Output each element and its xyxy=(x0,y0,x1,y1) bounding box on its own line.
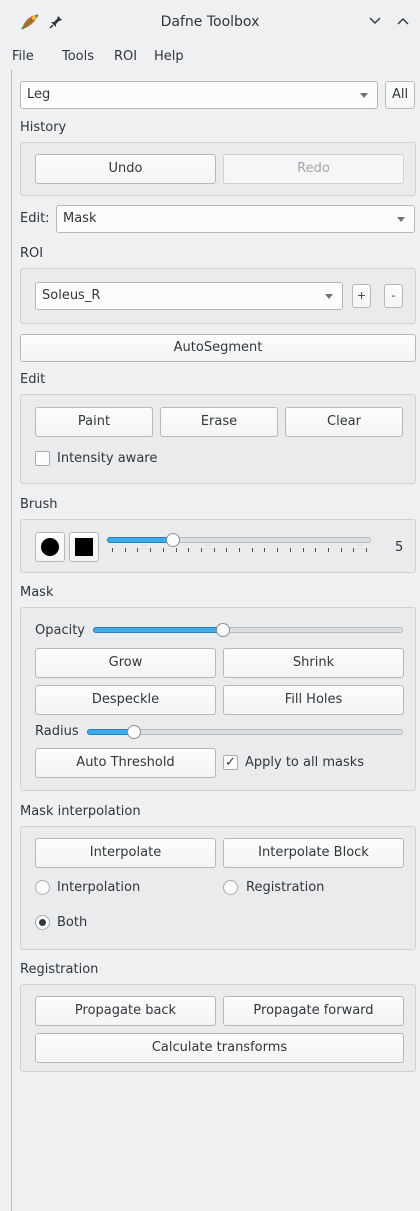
circle-brush-icon xyxy=(41,538,59,556)
despeckle-button[interactable]: Despeckle xyxy=(35,685,216,715)
autosegment-button[interactable]: AutoSegment xyxy=(20,334,416,362)
slider-tick xyxy=(315,548,317,552)
registration-radio-label: Registration xyxy=(246,880,325,895)
brush-size-value: 5 xyxy=(395,540,404,555)
undo-button[interactable]: Undo xyxy=(35,154,216,184)
window-frame xyxy=(11,70,12,1211)
propagate-forward-button[interactable]: Propagate forward xyxy=(223,996,404,1026)
slider-tick xyxy=(366,548,367,552)
slider-tick xyxy=(226,548,228,552)
roi-value: Soleus_R xyxy=(42,288,101,303)
mask-title: Mask xyxy=(20,585,54,600)
roi-title: ROI xyxy=(20,246,44,261)
shrink-button[interactable]: Shrink xyxy=(223,648,404,678)
slider-tick xyxy=(124,548,126,552)
apply-all-masks-label: Apply to all masks xyxy=(245,755,365,770)
dataset-value: Leg xyxy=(27,87,51,102)
edit-mode-select[interactable]: Mask xyxy=(56,205,415,233)
slider-tick xyxy=(175,548,177,552)
opacity-slider-fill xyxy=(93,627,223,633)
history-title: History xyxy=(20,120,67,135)
slider-tick xyxy=(251,548,253,552)
window-title: Dafne Toolbox xyxy=(160,14,260,30)
propagate-back-button[interactable]: Propagate back xyxy=(35,996,216,1026)
apply-all-masks-checkbox[interactable]: ✓ xyxy=(223,755,238,770)
slider-tick xyxy=(289,548,291,552)
slider-tick xyxy=(200,548,202,552)
menu-tools[interactable]: Tools xyxy=(62,49,94,64)
slider-tick xyxy=(327,548,329,552)
erase-button[interactable]: Erase xyxy=(160,407,278,437)
chevron-down-icon xyxy=(325,294,333,299)
menu-roi[interactable]: ROI xyxy=(114,49,137,64)
edit-title: Edit xyxy=(20,372,46,387)
slider-tick xyxy=(302,548,304,552)
radius-label: Radius xyxy=(35,724,79,739)
fill-holes-button[interactable]: Fill Holes xyxy=(223,685,404,715)
square-brush-icon xyxy=(75,538,93,556)
all-button[interactable]: All xyxy=(385,81,415,109)
chevron-down-icon xyxy=(360,93,368,98)
minimize-chevron-icon[interactable] xyxy=(368,16,382,26)
brush-size-slider-handle[interactable] xyxy=(166,533,180,547)
edit-mode-label: Edit: xyxy=(20,211,50,226)
interpolate-button[interactable]: Interpolate xyxy=(35,838,216,868)
auto-threshold-button[interactable]: Auto Threshold xyxy=(35,748,216,778)
interpolation-radio[interactable] xyxy=(35,880,50,895)
interpolation-radio-label: Interpolation xyxy=(57,880,141,895)
slider-tick xyxy=(188,548,190,552)
slider-tick xyxy=(340,548,342,552)
slider-tick xyxy=(277,548,279,552)
chevron-down-icon xyxy=(397,217,405,222)
slider-tick xyxy=(112,548,113,552)
slider-tick xyxy=(150,548,152,552)
menu-help[interactable]: Help xyxy=(154,49,184,64)
edit-mode-value: Mask xyxy=(63,211,97,226)
add-roi-button[interactable]: + xyxy=(352,284,371,308)
interpolate-block-button[interactable]: Interpolate Block xyxy=(223,838,404,868)
opacity-label: Opacity xyxy=(35,623,86,638)
grow-button[interactable]: Grow xyxy=(35,648,216,678)
slider-tick xyxy=(264,548,266,552)
slider-tick xyxy=(213,548,215,552)
brush-size-slider-fill xyxy=(107,537,173,543)
registration-radio[interactable] xyxy=(223,880,238,895)
maximize-chevron-icon[interactable] xyxy=(396,16,410,26)
dataset-select[interactable]: Leg xyxy=(20,81,378,109)
slider-tick xyxy=(162,548,164,552)
clear-button[interactable]: Clear xyxy=(285,407,403,437)
mask-interpolation-title: Mask interpolation xyxy=(20,804,141,819)
slider-tick xyxy=(239,548,240,552)
paint-button[interactable]: Paint xyxy=(35,407,153,437)
slider-tick xyxy=(353,548,355,552)
brush-title: Brush xyxy=(20,497,58,512)
registration-title: Registration xyxy=(20,962,99,977)
intensity-aware-checkbox[interactable] xyxy=(35,451,50,466)
remove-roi-button[interactable]: - xyxy=(384,284,403,308)
slider-tick xyxy=(137,548,139,552)
round-brush-button[interactable] xyxy=(35,532,65,562)
square-brush-button[interactable] xyxy=(69,532,99,562)
intensity-aware-label: Intensity aware xyxy=(57,451,158,466)
both-radio[interactable] xyxy=(35,915,50,930)
redo-button[interactable]: Redo xyxy=(223,154,404,184)
both-radio-label: Both xyxy=(57,915,88,930)
menu-file[interactable]: File xyxy=(12,49,34,64)
opacity-slider-handle[interactable] xyxy=(216,623,230,637)
calculate-transforms-button[interactable]: Calculate transforms xyxy=(35,1033,404,1063)
radius-slider-handle[interactable] xyxy=(127,725,141,739)
roi-select[interactable]: Soleus_R xyxy=(35,282,343,310)
